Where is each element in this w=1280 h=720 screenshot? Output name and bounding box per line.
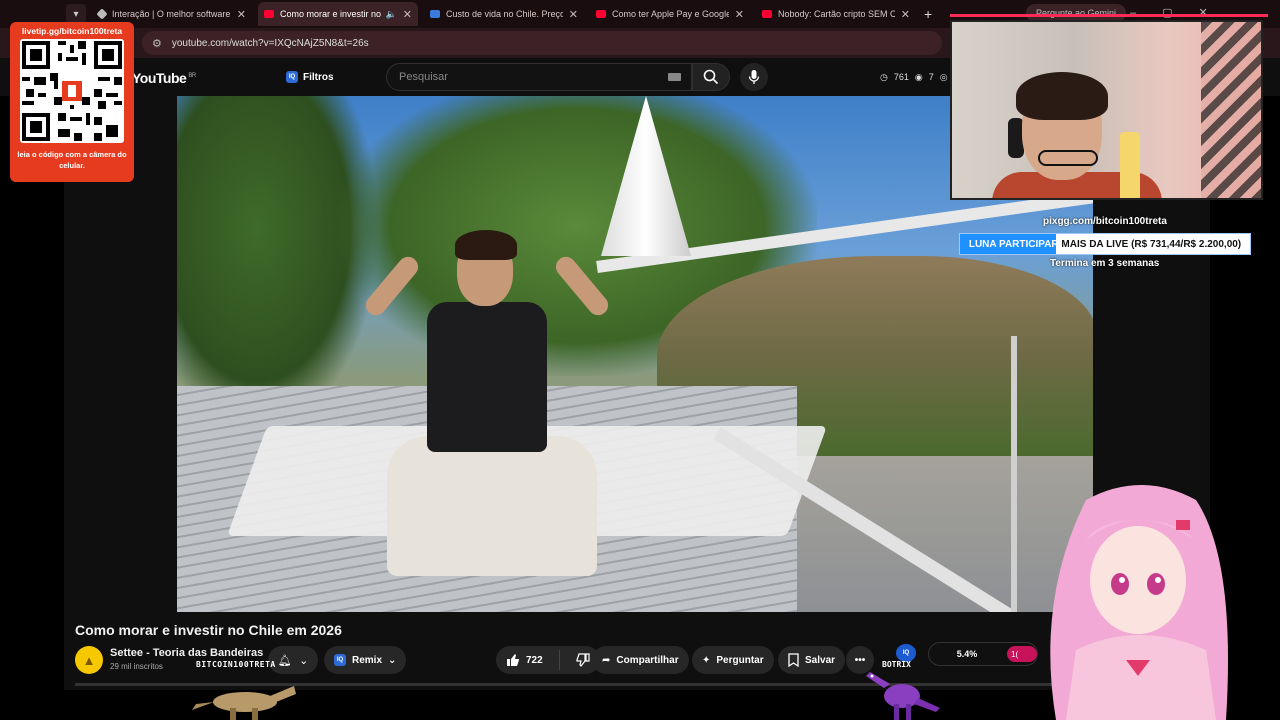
filters-button[interactable]: IQ Filtros [278,66,342,88]
eye-icon: ◉ [914,72,923,82]
like-dislike-group: 722 [496,646,600,674]
channel-avatar[interactable]: ▲ [75,646,103,674]
close-icon[interactable]: ✕ [901,8,910,21]
like-count: 722 [526,654,543,666]
new-tab-button[interactable]: + [924,6,932,22]
botrix-label: BOTRIX [882,660,911,669]
poll-percent: 5.4% [956,649,978,659]
tab-apple-pay[interactable]: Como ter Apple Pay e Google P ✕ [590,2,750,26]
iq-icon: IQ [286,71,298,83]
tab-title: Como morar e investir no C [280,9,382,19]
video-title: Como morar e investir no Chile em 2026 [75,622,342,638]
remix-button[interactable]: IQ Remix ⌄ [324,646,407,674]
tab-title: Custo de vida no Chile. Preços [446,9,563,19]
chevron-down-icon: ⌄ [388,654,397,666]
share-icon: ➦ [602,654,611,666]
doc-icon [430,10,440,18]
video-presenter [361,230,613,612]
alert-bar [950,14,1268,17]
viewers-icon: ◎ [939,72,948,82]
thumbs-up-icon [507,654,519,666]
qr-url: livetip.gg/bitcoin100treta [21,26,123,36]
donation-qr-panel: livetip.gg/bitcoin100treta leia o código… [10,22,134,182]
youtube-icon [596,10,606,18]
tab-custo-vida[interactable]: Custo de vida no Chile. Preços ✕ [424,2,584,26]
like-button[interactable]: 722 [506,653,543,667]
video-pole [1011,336,1017,612]
microphone-icon [748,70,760,84]
save-label: Salvar [805,654,836,666]
close-icon[interactable]: ✕ [403,8,412,21]
goal-text-rest: MAIS DA LIVE (R$ 731,44/R$ 2.200,00) [1058,238,1242,250]
diamond-icon [96,8,108,20]
window-controls[interactable]: –▢✕ [1130,6,1234,19]
qr-code-image [22,41,122,141]
thumbs-down-icon[interactable] [576,653,590,667]
donation-goal-bar: LUNA PARTICIPAR MAIS DA LIVE (R$ 731,44/… [959,233,1251,255]
chevron-down-icon: ⌄ [299,654,309,667]
save-button[interactable]: Salvar [778,646,846,674]
voice-search-button[interactable] [740,63,768,91]
bookmark-icon [788,653,799,667]
dinosaur-mascot [192,686,296,720]
tab-nobody[interactable]: Nobody: Cartão cripto SEM CPF ✕ [756,2,916,26]
bell-icon: 🔔︎ [277,654,292,667]
logo-text: YouTube [132,70,187,86]
url-text: youtube.com/watch?v=IXQcNAjZ5N8&t=26s [171,37,369,49]
webcam-feed [950,20,1263,200]
keyboard-icon[interactable] [668,73,681,81]
stat-time: 761 [893,72,909,82]
share-button[interactable]: ➦ Compartilhar [592,646,689,674]
close-icon[interactable]: ✕ [735,8,744,21]
search-button[interactable] [692,63,730,91]
goal-ends: Termina em 3 semanas [1050,258,1160,269]
filters-label: Filtros [303,71,334,83]
address-bar[interactable]: ⚙ youtube.com/watch?v=IXQcNAjZ5N8&t=26s [142,31,942,55]
close-icon[interactable]: ✕ [237,8,246,21]
goal-text-filled: LUNA PARTICIPAR [968,238,1059,250]
poll-widget: 5.4% 1( [928,642,1038,666]
iq-icon: IQ [334,654,346,666]
tab-title: Interação | O melhor software [112,9,231,19]
stat-views: 7 [928,72,934,82]
tab-como-morar[interactable]: Como morar e investir no C 🔈 ✕ [258,2,418,26]
dinosaur-mascot [866,672,940,720]
qr-code [20,39,124,143]
youtube-logo[interactable]: YouTube BR [132,70,196,86]
youtube-icon [264,10,274,18]
vtuber-avatar [1050,485,1228,720]
share-label: Compartilhar [616,654,679,666]
qr-hint: leia o código com a câmera do celular. [17,150,127,170]
goal-text: LUNA PARTICIPAR MAIS DA LIVE (R$ 731,44/… [960,234,1250,254]
sparkle-icon: ✦ [702,654,711,666]
goal-url: pixgg.com/bitcoin100treta [1043,216,1167,227]
remix-label: Remix [352,654,383,666]
tab-search-icon[interactable]: ▾ [66,4,86,24]
tab-title: Nobody: Cartão cripto SEM CPF [778,9,895,19]
tab-title: Como ter Apple Pay e Google P [612,9,729,19]
subscriber-count: 29 mil inscritos [110,662,163,671]
ask-label: Perguntar [716,654,764,666]
youtube-icon [762,10,772,18]
stream-stats: ◷761 ◉7 ◎3 [880,72,959,83]
speaker-icon[interactable]: 🔈 [386,9,397,20]
search-input[interactable]: Pesquisar [386,63,692,91]
clock-icon: ◷ [880,72,888,82]
bitcoin-tag: BITCOIN100TRETA [196,660,276,669]
logo-region: BR [188,73,196,80]
site-settings-icon[interactable]: ⚙ [152,37,162,50]
channel-name[interactable]: Settee - Teoria das Bandeiras [110,647,263,659]
search-icon [703,69,719,85]
ask-button[interactable]: ✦ Perguntar [692,646,774,674]
close-icon[interactable]: ✕ [569,8,578,21]
divider [558,650,560,670]
search-placeholder: Pesquisar [399,71,448,83]
